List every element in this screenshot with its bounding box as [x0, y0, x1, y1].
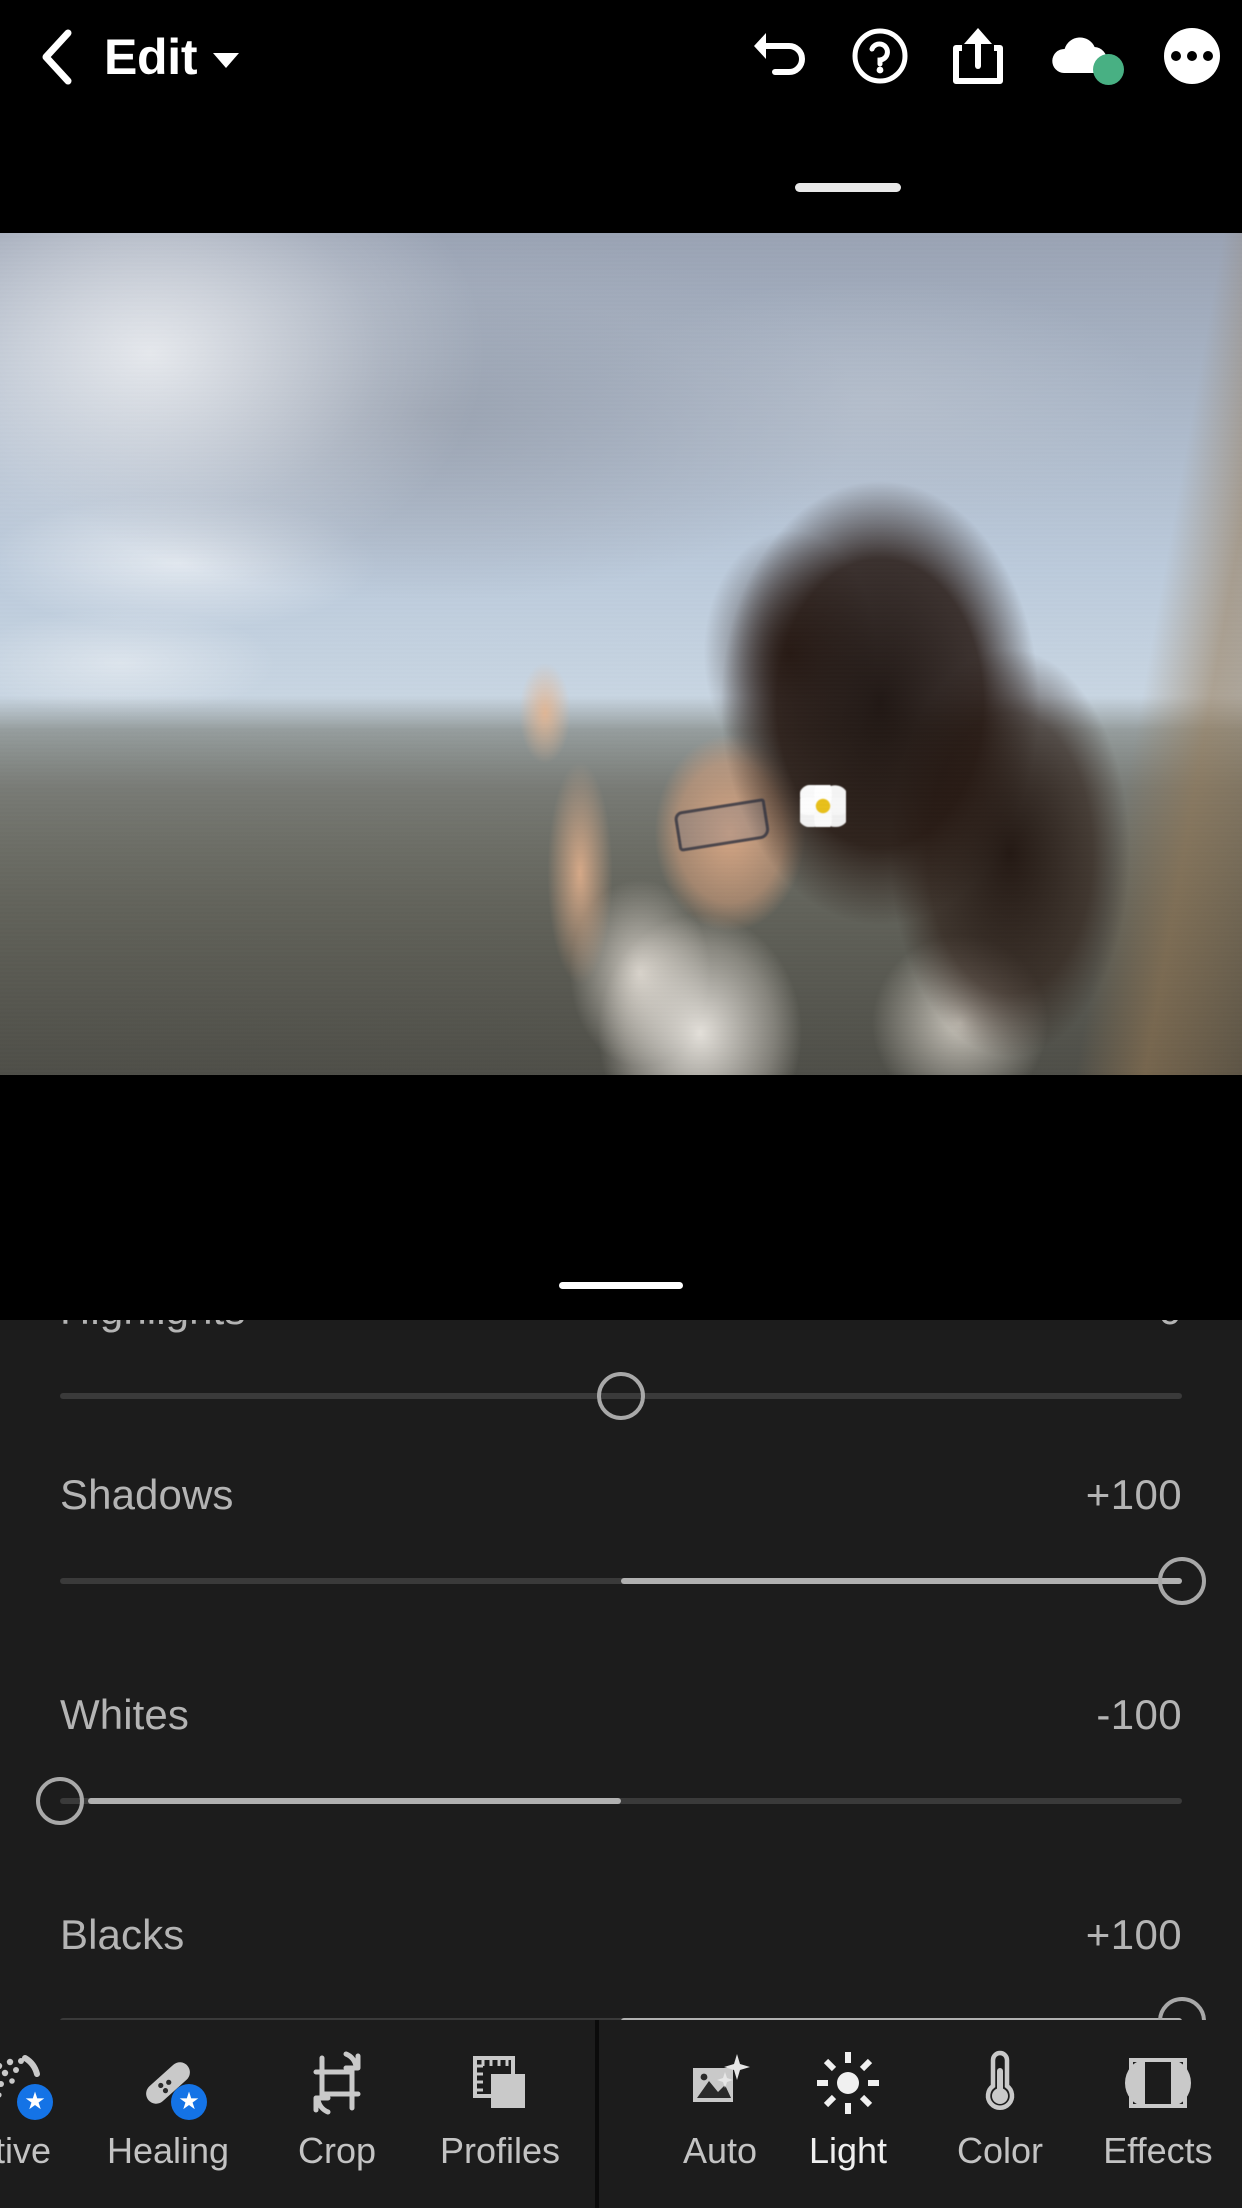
- active-tab-indicator: [795, 183, 901, 192]
- lightroom-edit-screen: Edit Shadows +100 Whites -100 Blacks +10…: [0, 0, 1242, 2208]
- photo-detail-daisy: [800, 785, 846, 827]
- slider-track-shadows[interactable]: [60, 1551, 1206, 1611]
- slider-track-blacks[interactable]: [60, 1991, 1206, 2020]
- help-icon[interactable]: [850, 26, 910, 86]
- tool-color[interactable]: Color: [920, 2046, 1080, 2196]
- slider-thumb-whites[interactable]: [36, 1777, 84, 1825]
- tool-selective[interactable]: ★ ctive: [0, 2046, 94, 2196]
- undo-icon[interactable]: [752, 26, 812, 86]
- page-title: Edit: [104, 29, 198, 85]
- slider-thumb-blacks[interactable]: [1158, 1997, 1206, 2020]
- photo-image: [0, 233, 1242, 1075]
- tool-label-color: Color: [956, 2130, 1044, 2171]
- top-bar-actions: [752, 14, 1222, 98]
- toolbar-divider: [595, 2020, 599, 2208]
- premium-star-badge: ★: [17, 2084, 53, 2120]
- slider-label-whites: Whites: [60, 1691, 189, 1738]
- photo-preview[interactable]: [0, 233, 1242, 1075]
- tool-label-auto: Auto: [682, 2130, 758, 2171]
- slider-row-shadows[interactable]: Shadows +100: [0, 1465, 1242, 1620]
- tool-label-profiles: Profiles: [439, 2130, 561, 2171]
- slider-fill-whites: [88, 1798, 621, 1804]
- tool-crop[interactable]: Crop: [257, 2046, 417, 2196]
- auto-enhance-icon: [683, 2046, 757, 2120]
- panel-gap: [0, 1075, 1242, 1320]
- slider-label-highlights: Highlights: [60, 1320, 245, 1334]
- profiles-icon: [463, 2046, 537, 2120]
- tool-healing[interactable]: ★ Healing: [88, 2046, 248, 2196]
- slider-value-shadows: +100: [1085, 1471, 1182, 1518]
- panel-drag-handle[interactable]: [559, 1282, 683, 1289]
- selective-icon: ★: [0, 2046, 53, 2120]
- tool-effects[interactable]: Effects: [1078, 2046, 1238, 2196]
- tool-label-effects: Effects: [1103, 2130, 1213, 2171]
- tool-light[interactable]: Light: [768, 2046, 928, 2196]
- slider-header-shadows: Shadows +100: [60, 1465, 1182, 1525]
- share-icon[interactable]: [948, 26, 1008, 86]
- sun-icon: [811, 2046, 885, 2120]
- healing-icon: ★: [131, 2046, 207, 2120]
- tool-label-healing: Healing: [106, 2130, 230, 2171]
- slider-header-highlights: Highlights 0: [60, 1320, 1182, 1340]
- slider-header-blacks: Blacks +100: [60, 1905, 1182, 1965]
- slider-track-highlights[interactable]: [60, 1366, 1182, 1426]
- chevron-left-icon[interactable]: [34, 26, 82, 88]
- slider-row-highlights[interactable]: Highlights 0: [0, 1320, 1242, 1435]
- more-options-dots: [1164, 28, 1220, 84]
- effects-icon: [1121, 2046, 1195, 2120]
- thermometer-icon: [963, 2046, 1037, 2120]
- slider-row-blacks[interactable]: Blacks +100: [0, 1905, 1242, 2020]
- slider-label-blacks: Blacks: [60, 1911, 185, 1958]
- slider-value-blacks: +100: [1085, 1911, 1182, 1958]
- slider-label-shadows: Shadows: [60, 1471, 234, 1518]
- tool-label-crop: Crop: [297, 2130, 377, 2171]
- slider-row-whites[interactable]: Whites -100: [0, 1685, 1242, 1840]
- slider-thumb-shadows[interactable]: [1158, 1557, 1206, 1605]
- crop-icon: [300, 2046, 374, 2120]
- slider-value-whites: -100: [1096, 1691, 1182, 1738]
- slider-track-whites[interactable]: [36, 1771, 1182, 1831]
- slider-header-whites: Whites -100: [60, 1685, 1182, 1745]
- slider-value-highlights: 0: [1158, 1320, 1182, 1334]
- caret-down-icon: [213, 52, 240, 68]
- top-app-bar: Edit: [0, 0, 1242, 233]
- slider-fill-shadows: [621, 1578, 1182, 1584]
- cloud-sync-icon[interactable]: [1046, 25, 1124, 87]
- tool-label-light: Light: [808, 2130, 888, 2171]
- premium-star-badge: ★: [171, 2084, 207, 2120]
- edit-title-menu[interactable]: Edit: [104, 26, 240, 88]
- light-adjustment-panel: Highlights 0 Shadows +100 Whites: [0, 1320, 1242, 2020]
- tool-profiles[interactable]: Profiles: [420, 2046, 580, 2196]
- slider-thumb-highlights[interactable]: [597, 1372, 645, 1420]
- more-options-icon[interactable]: [1162, 26, 1222, 86]
- tool-label-selective: ctive: [0, 2130, 52, 2171]
- top-bar-left-group: Edit: [34, 22, 240, 92]
- sync-status-dot: [1093, 54, 1124, 85]
